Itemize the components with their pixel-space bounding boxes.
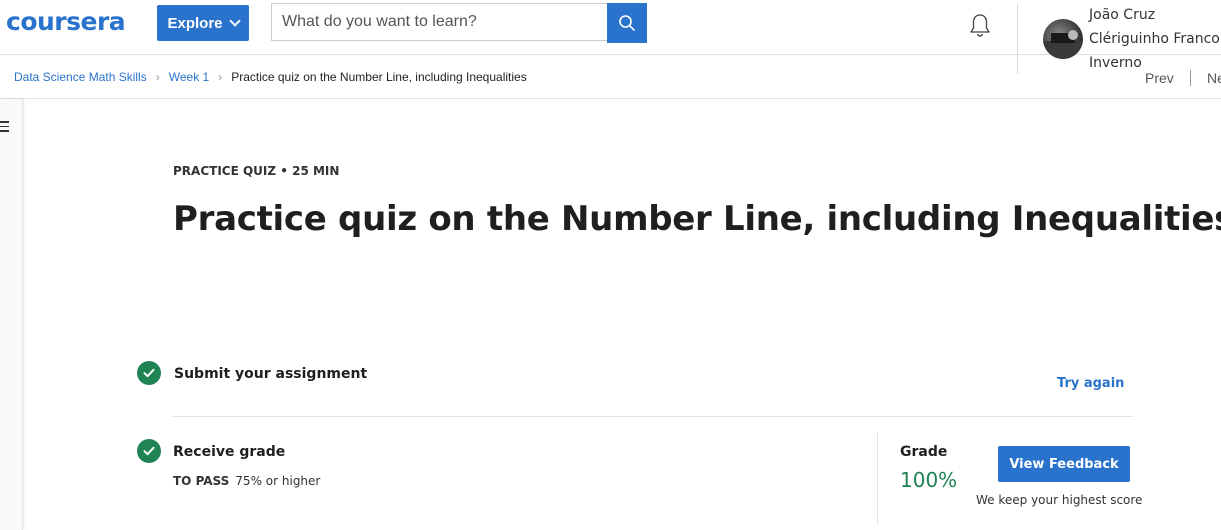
coursera-logo[interactable]: coursera [6, 4, 134, 38]
to-pass-label: TO PASS [173, 474, 230, 488]
next-link[interactable]: Next [1207, 70, 1221, 86]
chevron-right-icon: › [218, 70, 223, 84]
prev-next-divider [1190, 70, 1191, 86]
search-icon [619, 15, 635, 31]
step-grade-label: Receive grade [173, 444, 286, 460]
step-divider [173, 416, 1133, 417]
explore-button[interactable]: Explore [157, 5, 249, 41]
page-title: Practice quiz on the Number Line, includ… [173, 199, 1221, 239]
menu-icon[interactable] [0, 118, 10, 134]
grade-value: 100% [900, 468, 958, 492]
search-button[interactable] [607, 3, 647, 43]
grade-divider [877, 433, 878, 524]
to-pass-info: TO PASS 75% or higher [173, 474, 320, 488]
search-input[interactable] [271, 3, 607, 41]
explore-label: Explore [167, 14, 223, 32]
breadcrumb-current: Practice quiz on the Number Line, includ… [231, 70, 527, 84]
chevron-down-icon [228, 15, 241, 27]
user-name-menu[interactable]: João Cruz Clériguinho Franco Inverno [1089, 3, 1221, 75]
prev-link[interactable]: Prev [1145, 70, 1174, 86]
user-avatar[interactable] [1043, 19, 1083, 59]
check-circle-icon [137, 439, 161, 463]
breadcrumb-divider [0, 98, 1221, 99]
header-divider [1017, 4, 1018, 74]
grade-label: Grade [900, 444, 948, 460]
breadcrumb: Data Science Math Skills › Week 1 › Prac… [14, 70, 531, 84]
try-again-button[interactable]: Try again [1057, 376, 1124, 391]
breadcrumb-week-link[interactable]: Week 1 [169, 70, 209, 84]
check-circle-icon [137, 361, 161, 385]
breadcrumb-course-link[interactable]: Data Science Math Skills [14, 70, 147, 84]
notifications-bell-icon[interactable] [966, 11, 994, 39]
sidebar-collapsed [0, 99, 23, 530]
highest-score-note: We keep your highest score [976, 493, 1143, 507]
user-name-line: Clériguinho Franco [1089, 31, 1220, 47]
step-submit-label: Submit your assignment [174, 366, 368, 382]
to-pass-value: 75% or higher [235, 474, 321, 488]
user-name-line: João Cruz [1089, 7, 1156, 23]
chevron-right-icon: › [155, 70, 160, 84]
logo-text: coursera [6, 7, 126, 36]
view-feedback-button[interactable]: View Feedback [998, 446, 1130, 482]
quiz-eyebrow: PRACTICE QUIZ • 25 MIN [173, 164, 340, 178]
top-header: coursera Explore João Cruz Clériguinho F… [0, 0, 1221, 74]
